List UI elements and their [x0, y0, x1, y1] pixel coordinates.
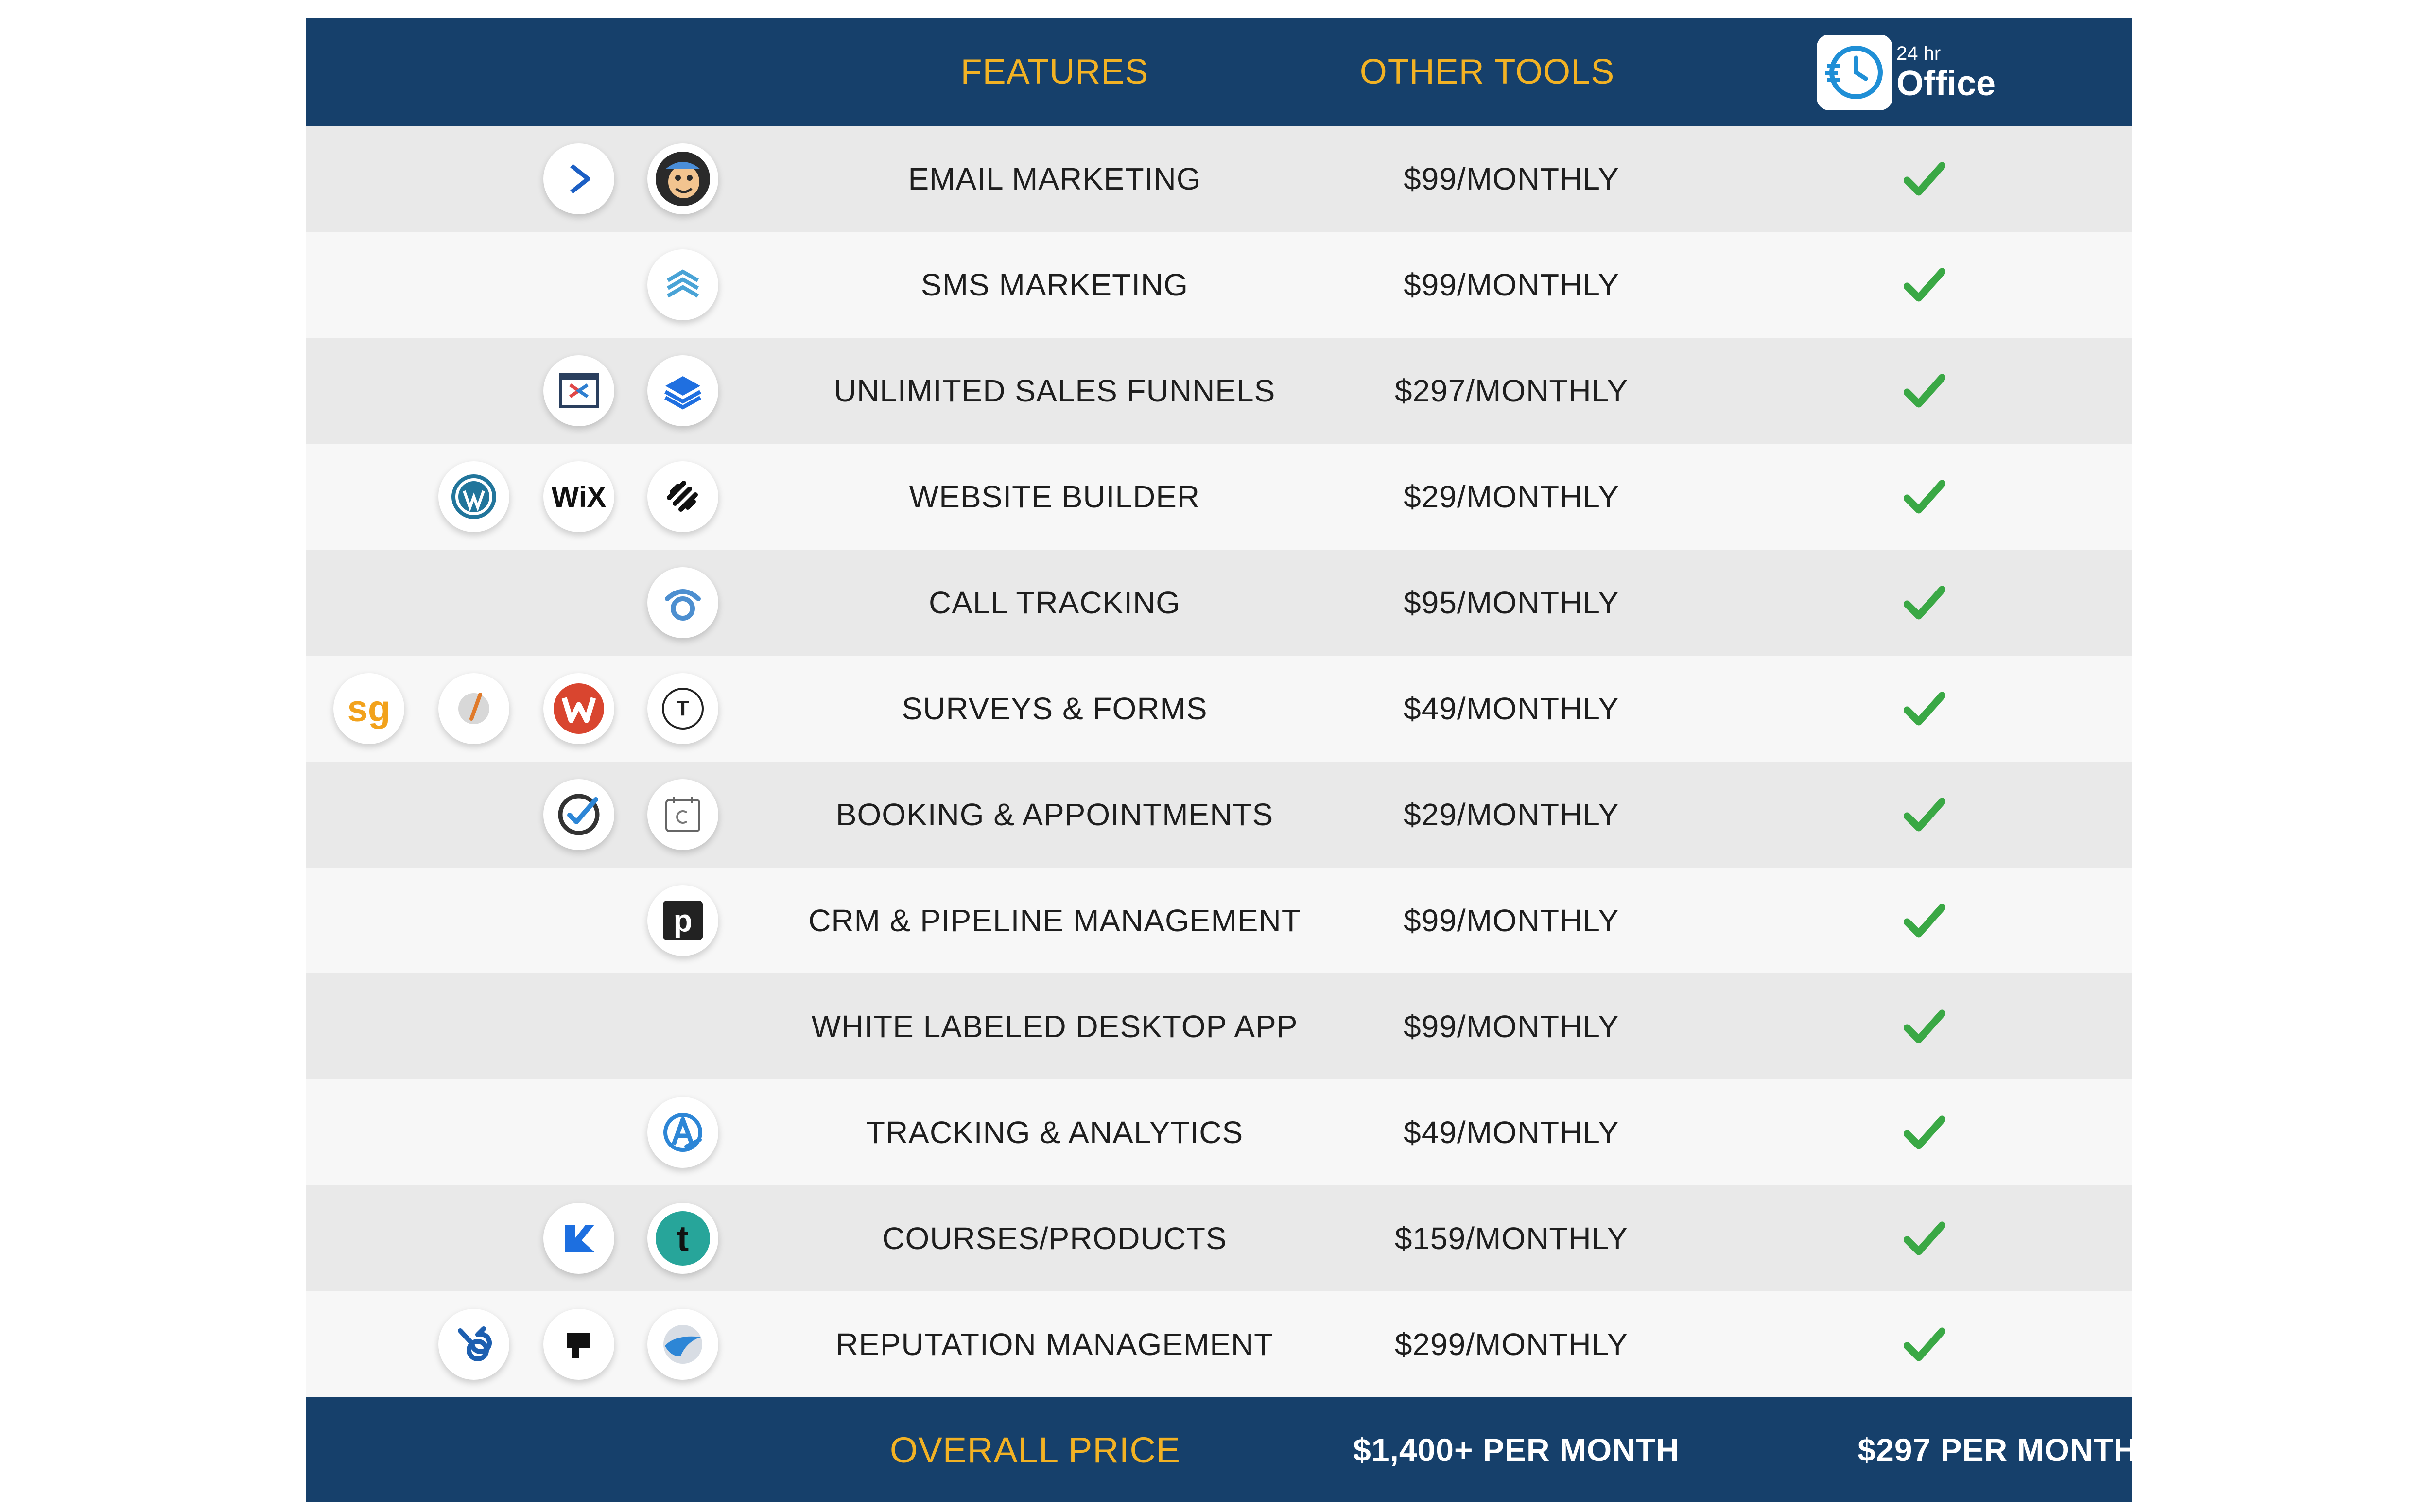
analytics-arrow-icon: [647, 1097, 718, 1168]
table-row: TRACKING & ANALYTICS $49/MONTHLY: [306, 1079, 2132, 1185]
table-row: UNLIMITED SALES FUNNELS $297/MONTHLY: [306, 338, 2132, 444]
other-tools-price: $99/MONTHLY: [1404, 161, 1619, 196]
checkmark-icon: [1891, 1185, 1959, 1291]
other-tools-price: $99/MONTHLY: [1404, 903, 1619, 938]
wordpress-icon: [438, 461, 509, 532]
overall-price-label: OVERALL PRICE: [889, 1429, 1181, 1470]
checkmark-icon: [1891, 338, 1959, 444]
other-tools-price: $49/MONTHLY: [1404, 691, 1619, 726]
surveygizmo-icon: sg: [333, 673, 404, 744]
callrail-icon: [647, 567, 718, 638]
checkmark-icon: [1891, 656, 1959, 762]
feature-name: WEBSITE BUILDER: [909, 479, 1200, 514]
feature-name: CALL TRACKING: [928, 585, 1181, 620]
feature-name: SURVEYS & FORMS: [902, 691, 1208, 726]
checkmark-icon: [1891, 444, 1959, 550]
feature-name: EMAIL MARKETING: [908, 161, 1201, 196]
features-heading: FEATURES: [960, 52, 1149, 91]
checkmark-icon: [1891, 550, 1959, 656]
wufoo-icon: [543, 673, 614, 744]
table-row: p CRM & PIPELINE MANAGEMENT $99/MONTHLY: [306, 868, 2132, 973]
pipedrive-icon: p: [647, 885, 718, 956]
typeform-logo-text: T: [676, 696, 690, 720]
other-tools-price: $99/MONTHLY: [1404, 267, 1619, 302]
table-row: SMS MARKETING $99/MONTHLY: [306, 232, 2132, 338]
checkmark-icon: [1891, 126, 1959, 232]
other-tools-price: $159/MONTHLY: [1394, 1221, 1629, 1256]
pen-nib-icon: [438, 673, 509, 744]
table-footer: OVERALL PRICE $1,400+ PER MONTH $297 PER…: [306, 1397, 2137, 1502]
brand-logo: 24 hr Office: [1817, 34, 1996, 111]
layers-icon: [647, 355, 718, 426]
checkmark-icon: [1891, 762, 1959, 868]
activecampaign-icon: [543, 143, 614, 214]
feature-name: CRM & PIPELINE MANAGEMENT: [808, 903, 1301, 938]
other-tools-heading: OTHER TOOLS: [1359, 52, 1615, 91]
other-tools-price: $297/MONTHLY: [1394, 373, 1629, 408]
pipedrive-logo-text: p: [673, 903, 693, 938]
table-row: sg T SURVEYS & FORMS $49/MONTHLY: [306, 656, 2132, 762]
feature-name: TRACKING & ANALYTICS: [866, 1115, 1244, 1150]
checkmark-icon: [1891, 973, 1959, 1079]
podium-icon: [543, 1309, 614, 1380]
brand-total: $297 PER MONTH: [1857, 1432, 2137, 1468]
reputation-swirl-icon: [647, 1309, 718, 1380]
teachable-logo-text: t: [677, 1218, 689, 1259]
wix-logo-text: WiX: [551, 480, 607, 513]
clock-logo-icon: [1817, 35, 1892, 110]
checkmark-icon: [1891, 1079, 1959, 1185]
table-row: t COURSES/PRODUCTS $159/MONTHLY: [306, 1185, 2132, 1291]
table-row: BOOKING & APPOINTMENTS $29/MONTHLY: [306, 762, 2132, 868]
feature-name: SMS MARKETING: [921, 267, 1188, 302]
table-row: WHITE LABELED DESKTOP APP $99/MONTHLY: [306, 973, 2132, 1079]
checkmark-icon: [1891, 232, 1959, 338]
brand-name: Office: [1896, 64, 1996, 103]
kajabi-icon: [543, 1203, 614, 1274]
other-tools-total: $1,400+ PER MONTH: [1353, 1432, 1680, 1468]
mailchimp-icon: [647, 143, 718, 214]
table-row: CALL TRACKING $95/MONTHLY: [306, 550, 2132, 656]
feature-name: BOOKING & APPOINTMENTS: [835, 797, 1274, 832]
wix-icon: WiX: [543, 461, 614, 532]
feature-rows: EMAIL MARKETING $99/MONTHLY SMS MARKETIN…: [306, 126, 2132, 1397]
other-tools-price: $29/MONTHLY: [1404, 479, 1619, 514]
squarespace-icon: [647, 461, 718, 532]
comparison-table: FEATURES OTHER TOOLS 24 hr Office EMAIL …: [306, 18, 2137, 1502]
chevrons-up-icon: [647, 249, 718, 320]
calendar-icon: [647, 779, 718, 850]
feature-name: REPUTATION MANAGEMENT: [835, 1327, 1274, 1362]
table-header: FEATURES OTHER TOOLS 24 hr Office: [306, 18, 2132, 126]
feature-name: COURSES/PRODUCTS: [882, 1221, 1227, 1256]
feature-name: WHITE LABELED DESKTOP APP: [811, 1009, 1298, 1044]
table-row: EMAIL MARKETING $99/MONTHLY: [306, 126, 2132, 232]
surveygizmo-logo-text: sg: [347, 688, 391, 730]
table-row: WiX WEBSITE BUILDER $29/MONTHLY: [306, 444, 2132, 550]
checkmark-icon: [1891, 1291, 1959, 1397]
other-tools-price: $29/MONTHLY: [1404, 797, 1619, 832]
birdeye-icon: [438, 1309, 509, 1380]
other-tools-price: $299/MONTHLY: [1394, 1327, 1629, 1362]
checkmark-icon: [1891, 868, 1959, 973]
table-row: REPUTATION MANAGEMENT $299/MONTHLY: [306, 1291, 2132, 1397]
brand-small-text: 24 hr: [1896, 43, 1941, 64]
other-tools-price: $49/MONTHLY: [1404, 1115, 1619, 1150]
other-tools-price: $99/MONTHLY: [1404, 1009, 1619, 1044]
clickfunnels-icon: [543, 355, 614, 426]
other-tools-price: $95/MONTHLY: [1404, 585, 1619, 620]
typeform-icon: T: [647, 673, 718, 744]
teachable-icon: t: [647, 1203, 718, 1274]
acuity-check-circle-icon: [543, 779, 614, 850]
feature-name: UNLIMITED SALES FUNNELS: [833, 373, 1276, 408]
